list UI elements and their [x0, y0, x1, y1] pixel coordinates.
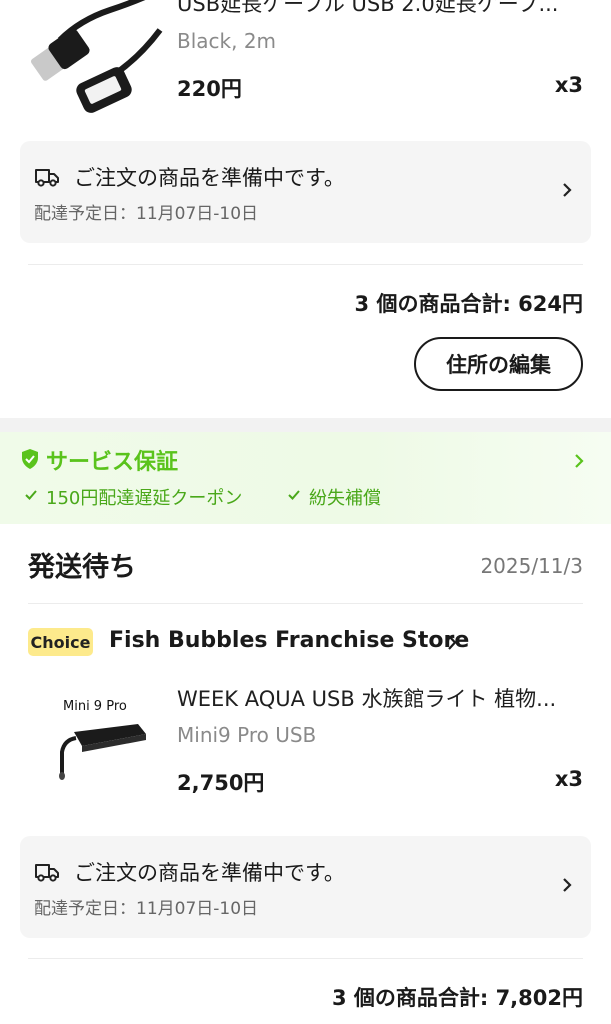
divider: [28, 603, 583, 604]
product-image[interactable]: [20, 0, 170, 120]
order-date: 2025/11/3: [480, 554, 583, 578]
truck-icon: [35, 169, 59, 187]
shield-check-icon: [22, 449, 38, 469]
product-title[interactable]: USB延長ケーブル USB 2.0延長ケーブ...: [177, 0, 577, 18]
service-item: 150円配達遅延クーポン: [46, 488, 243, 509]
product-quantity: x3: [554, 73, 583, 97]
usb-extension-cable-icon: [30, 0, 163, 113]
chevron-right-icon[interactable]: [447, 634, 457, 651]
shipping-status-card[interactable]: ご注文の商品を準備中です。 配達予定日：11月07日-10日: [20, 141, 591, 243]
delivery-date: 配達予定日：11月07日-10日: [34, 204, 259, 224]
delivery-date: 配達予定日：11月07日-10日: [34, 899, 259, 919]
check-icon: [25, 490, 37, 500]
order-total: 3 個の商品合計: 7,802円: [331, 986, 583, 1010]
shipping-status-card[interactable]: ご注文の商品を準備中です。 配達予定日：11月07日-10日: [20, 836, 591, 938]
check-icon: [288, 490, 300, 500]
order-total: 3 個の商品合計: 624円: [354, 292, 583, 316]
service-guarantee-banner[interactable]: サービス保証 150円配達遅延クーポン 紛失補償: [0, 432, 611, 524]
product-quantity: x3: [554, 767, 583, 791]
chevron-right-icon: [563, 183, 572, 197]
edit-address-button[interactable]: 住所の編集: [414, 337, 583, 391]
product-image-label: Mini 9 Pro: [63, 699, 127, 714]
product-variant: Mini9 Pro USB: [177, 723, 317, 747]
section-separator: [0, 418, 611, 432]
service-item: 紛失補償: [309, 488, 381, 509]
product-price: 220円: [177, 77, 242, 101]
status-text: ご注文の商品を準備中です。: [74, 861, 345, 885]
divider: [28, 958, 583, 959]
product-variant: Black, 2m: [177, 29, 277, 53]
product-title[interactable]: WEEK AQUA USB 水族館ライト 植物...: [177, 683, 577, 713]
chevron-right-icon: [563, 878, 572, 892]
order-status-title: 発送待ち: [28, 552, 136, 583]
choice-badge: Choice: [28, 628, 93, 656]
chevron-right-icon: [575, 454, 584, 468]
product-price: 2,750円: [177, 771, 265, 795]
store-name-link[interactable]: Fish Bubbles Franchise Store: [109, 628, 469, 653]
status-text: ご注文の商品を準備中です。: [74, 166, 345, 190]
divider: [28, 264, 583, 265]
service-title: サービス保証: [46, 450, 179, 475]
truck-icon: [35, 864, 59, 882]
